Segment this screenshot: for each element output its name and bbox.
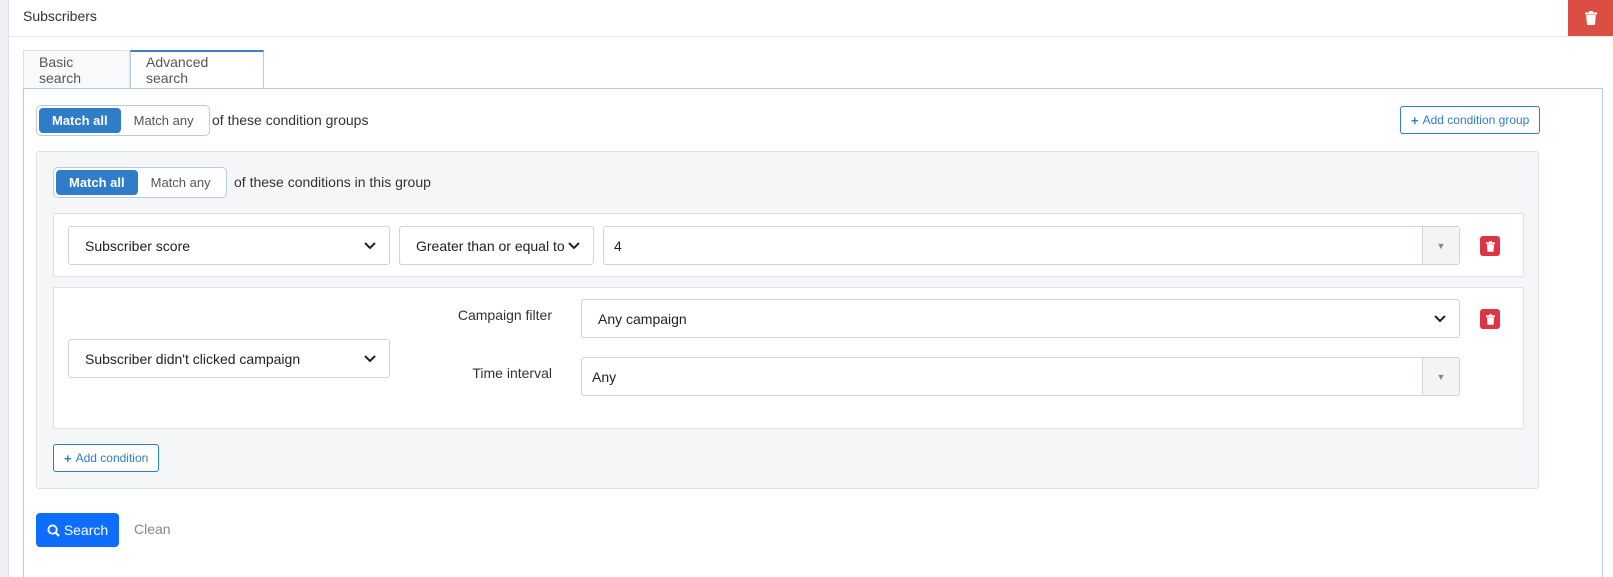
tab-basic-search[interactable]: Basic search	[23, 50, 130, 89]
plus-icon: +	[1411, 112, 1419, 128]
trash-icon	[1485, 240, 1495, 252]
condition-row: Subscriber score Greater than or equal t…	[53, 213, 1524, 277]
condition-field-value: Subscriber didn't clicked campaign	[85, 350, 301, 367]
dropdown-caret-icon[interactable]: ▼	[1422, 227, 1459, 264]
condition-field-value: Subscriber score	[85, 237, 191, 254]
time-interval-combobox[interactable]: Any ▼	[581, 357, 1460, 396]
groups-match-suffix: of these condition groups	[212, 112, 369, 128]
clean-button[interactable]: Clean	[134, 521, 171, 537]
chevron-down-icon	[364, 242, 376, 250]
search-icon	[47, 523, 60, 537]
condition-value-combobox[interactable]: 4 ▼	[603, 226, 1460, 265]
condition-field-select[interactable]: Subscriber didn't clicked campaign	[68, 339, 390, 378]
groups-match-toggle: Match all Match any	[36, 105, 210, 136]
page-title: Subscribers	[23, 8, 97, 24]
plus-icon: +	[64, 450, 72, 466]
campaign-filter-value: Any campaign	[598, 310, 687, 327]
chevron-down-icon	[568, 242, 580, 250]
campaign-filter-label: Campaign filter	[457, 307, 552, 323]
condition-group: Match all Match any of these conditions …	[36, 151, 1539, 489]
chevron-down-icon	[1434, 315, 1446, 323]
add-condition-group-label: Add condition group	[1422, 113, 1530, 127]
campaign-filter-select[interactable]: Any campaign	[581, 299, 1460, 338]
add-condition-label: Add condition	[75, 451, 149, 465]
delete-condition-button[interactable]	[1480, 309, 1500, 329]
condition-field-select[interactable]: Subscriber score	[68, 226, 390, 265]
search-button-label: Search	[63, 522, 109, 538]
group-match-toggle: Match all Match any	[53, 167, 227, 198]
chevron-down-icon	[364, 355, 376, 363]
tab-advanced-search[interactable]: Advanced search	[130, 50, 264, 89]
groups-match-all-option[interactable]: Match all	[39, 108, 121, 133]
group-match-suffix: of these conditions in this group	[234, 174, 431, 190]
trash-icon	[1485, 313, 1495, 325]
advanced-search-pane: Match all Match any of these condition g…	[23, 88, 1603, 577]
add-condition-button[interactable]: + Add condition	[53, 444, 160, 472]
trash-icon	[1584, 11, 1597, 25]
condition-row: Subscriber didn't clicked campaign Campa…	[53, 287, 1524, 429]
group-match-all-option[interactable]: Match all	[56, 170, 138, 195]
groups-match-any-option[interactable]: Match any	[121, 108, 207, 133]
time-interval-label: Time interval	[472, 365, 552, 381]
group-match-any-option[interactable]: Match any	[138, 170, 224, 195]
condition-value-text: 4	[614, 237, 622, 254]
search-button[interactable]: Search	[36, 513, 119, 547]
condition-operator-select[interactable]: Greater than or equal to	[399, 226, 594, 265]
add-condition-group-button[interactable]: + Add condition group	[1400, 106, 1541, 134]
time-interval-value: Any	[592, 368, 617, 385]
delete-condition-button[interactable]	[1480, 236, 1500, 256]
delete-button[interactable]	[1568, 0, 1613, 36]
dropdown-caret-icon[interactable]: ▼	[1422, 358, 1459, 395]
condition-operator-value: Greater than or equal to	[416, 237, 565, 254]
subscribers-card: Subscribers Basic search Advanced search…	[8, 0, 1613, 577]
card-header: Subscribers	[9, 0, 1613, 37]
